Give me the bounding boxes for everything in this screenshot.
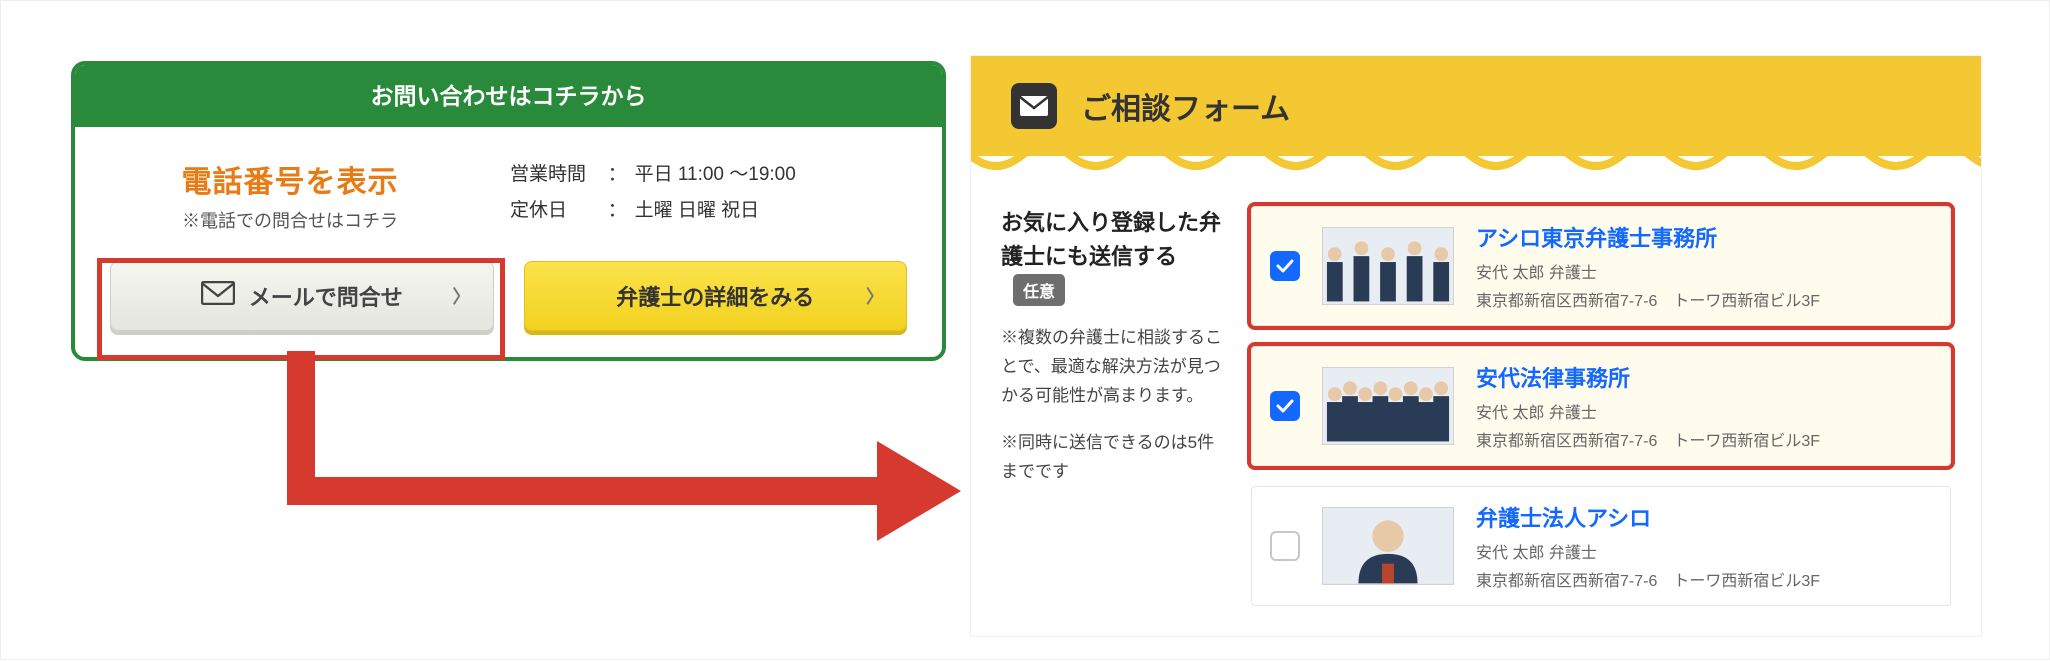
- form-left-column: お気に入り登録した弁護士にも送信する 任意 ※複数の弁護士に相談することで、最適…: [1001, 206, 1251, 626]
- optional-badge: 任意: [1013, 274, 1065, 306]
- contact-card: お問い合わせはコチラから 電話番号を表示 ※電話での問合せはコチラ 営業時間 ：…: [71, 61, 946, 361]
- envelope-icon: [1011, 83, 1057, 129]
- lawyer-addr: 東京都新宿区西新宿7-7-6 トーワ西新宿ビル3F: [1476, 567, 1932, 591]
- consult-form-title: ご相談フォーム: [1081, 84, 1290, 128]
- chevron-right-icon: 〉: [453, 283, 471, 309]
- hours-colon: ：: [605, 157, 629, 193]
- lawyer-addr: 東京都新宿区西新宿7-7-6 トーワ西新宿ビル3F: [1476, 427, 1932, 451]
- holiday-value: 土曜 日曜 祝日: [635, 200, 760, 221]
- mail-inquiry-label: メールで問合せ: [249, 280, 403, 312]
- wave-divider-icon: [971, 154, 1981, 176]
- lawyer-detail-button[interactable]: 弁護士の詳細をみる 〉: [524, 261, 908, 331]
- lawyer-addr: 東京都新宿区西新宿7-7-6 トーワ西新宿ビル3F: [1476, 287, 1932, 311]
- holiday-label: 定休日: [510, 193, 600, 229]
- lawyer-thumbnail: [1322, 367, 1454, 445]
- lawyer-info: 弁護士法人アシロ安代 太郎 弁護士東京都新宿区西新宿7-7-6 トーワ西新宿ビル…: [1476, 501, 1932, 591]
- lawyer-sub: 安代 太郎 弁護士: [1476, 539, 1932, 563]
- consult-form-panel: ご相談フォーム お気に入り登録した弁護士にも送信する 任意 ※複数の弁護士に相談…: [971, 56, 1981, 636]
- hours-value: 平日 11:00 ～19:00: [635, 164, 796, 185]
- business-info: 営業時間 ： 平日 11:00 ～19:00 定休日 ： 土曜 日曜 祝日: [510, 157, 796, 229]
- lawyer-checkbox[interactable]: [1270, 531, 1300, 561]
- lawyer-detail-label: 弁護士の詳細をみる: [616, 280, 814, 312]
- lawyer-card[interactable]: 弁護士法人アシロ安代 太郎 弁護士東京都新宿区西新宿7-7-6 トーワ西新宿ビル…: [1251, 486, 1951, 606]
- form-note-2: ※同時に送信できるのは5件までです: [1001, 429, 1231, 487]
- lawyer-card[interactable]: アシロ東京弁護士事務所安代 太郎 弁護士東京都新宿区西新宿7-7-6 トーワ西新…: [1251, 206, 1951, 326]
- lawyer-info: アシロ東京弁護士事務所安代 太郎 弁護士東京都新宿区西新宿7-7-6 トーワ西新…: [1476, 221, 1932, 311]
- show-phone-block[interactable]: 電話番号を表示 ※電話での問合せはコチラ: [110, 157, 470, 233]
- lawyer-thumbnail: [1322, 507, 1454, 585]
- form-note-1: ※複数の弁護士に相談することで、最適な解決方法が見つかる可能性が高まります。: [1001, 324, 1231, 411]
- hours-label: 営業時間: [510, 157, 600, 193]
- consult-form-header: ご相談フォーム: [971, 56, 1981, 156]
- lawyer-sub: 安代 太郎 弁護士: [1476, 259, 1932, 283]
- flow-arrow-icon: [281, 351, 961, 541]
- lawyer-sub: 安代 太郎 弁護士: [1476, 399, 1932, 423]
- lawyer-name: 安代法律事務所: [1476, 361, 1932, 393]
- lawyer-thumbnail: [1322, 227, 1454, 305]
- lawyer-checkbox[interactable]: [1270, 251, 1300, 281]
- holiday-colon: ：: [605, 193, 629, 229]
- show-phone-title: 電話番号を表示: [110, 157, 470, 201]
- lawyer-card[interactable]: 安代法律事務所安代 太郎 弁護士東京都新宿区西新宿7-7-6 トーワ西新宿ビル3…: [1251, 346, 1951, 466]
- lawyer-name: 弁護士法人アシロ: [1476, 501, 1932, 533]
- lawyer-list: アシロ東京弁護士事務所安代 太郎 弁護士東京都新宿区西新宿7-7-6 トーワ西新…: [1251, 206, 1951, 626]
- send-favorites-title: お気に入り登録した弁護士にも送信する: [1001, 210, 1221, 269]
- lawyer-name: アシロ東京弁護士事務所: [1476, 221, 1932, 253]
- contact-card-header: お問い合わせはコチラから: [75, 65, 942, 127]
- lawyer-info: 安代法律事務所安代 太郎 弁護士東京都新宿区西新宿7-7-6 トーワ西新宿ビル3…: [1476, 361, 1932, 451]
- show-phone-sub: ※電話での問合せはコチラ: [110, 207, 470, 233]
- mail-inquiry-button[interactable]: メールで問合せ 〉: [110, 261, 494, 331]
- chevron-right-icon: 〉: [866, 283, 884, 309]
- lawyer-checkbox[interactable]: [1270, 391, 1300, 421]
- envelope-icon: [201, 281, 235, 311]
